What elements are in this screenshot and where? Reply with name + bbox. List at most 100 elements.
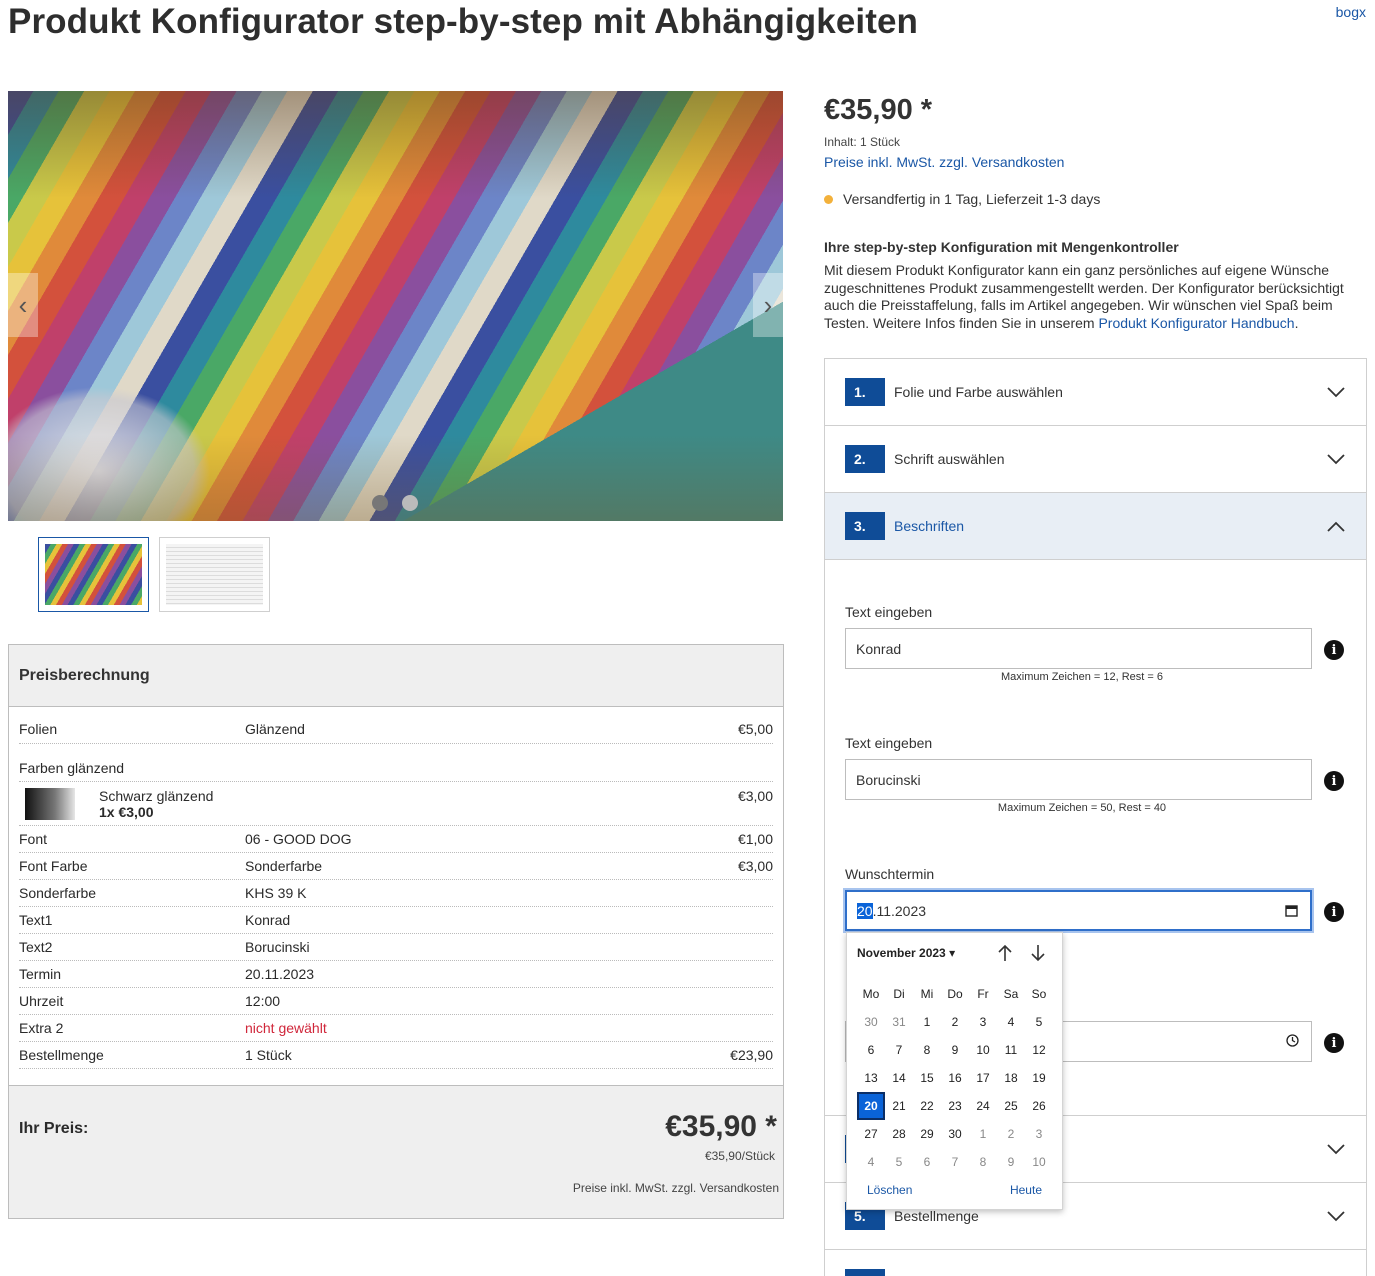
calc-row: Bestellmenge 1 Stück €23,90: [19, 1042, 773, 1069]
gallery-dots: [372, 495, 418, 511]
step-6-header[interactable]: [825, 1250, 1366, 1276]
calc-row: Termin 20.11.2023: [19, 961, 773, 988]
calendar-day[interactable]: 24: [969, 1092, 997, 1120]
calendar-day[interactable]: 1: [913, 1008, 941, 1036]
calc-price: €1,00: [737, 831, 773, 847]
calendar-day[interactable]: 13: [857, 1064, 885, 1092]
calendar-day[interactable]: 30: [941, 1120, 969, 1148]
calendar-day[interactable]: 4: [857, 1148, 885, 1176]
step-2-header[interactable]: 2. Schrift auswählen: [825, 426, 1366, 493]
unit-price: €35,90/Stück: [704, 1149, 775, 1163]
text2-value: Borucinski: [856, 771, 921, 788]
calendar-day[interactable]: 9: [941, 1036, 969, 1064]
calendar-day[interactable]: 4: [997, 1008, 1025, 1036]
page-title: Produkt Konfigurator step-by-step mit Ab…: [8, 2, 919, 41]
manufacturer-link[interactable]: bogx: [1336, 4, 1366, 20]
calendar-day[interactable]: 25: [997, 1092, 1025, 1120]
swatch-cell: Schwarz glänzend 1x €3,00: [19, 787, 683, 820]
product-gallery: ‹ ›: [8, 91, 783, 521]
calendar-day[interactable]: 2: [941, 1008, 969, 1036]
calendar-day[interactable]: 8: [913, 1036, 941, 1064]
calendar-day[interactable]: 22: [913, 1092, 941, 1120]
shipping-costs-link[interactable]: Preise inkl. MwSt. zzgl. Versandkosten: [824, 154, 1064, 170]
calendar-day[interactable]: 17: [969, 1064, 997, 1092]
calc-row: Schwarz glänzend 1x €3,00 €3,00: [19, 782, 773, 826]
month-label: November 2023: [857, 946, 946, 960]
calendar-day[interactable]: 6: [857, 1036, 885, 1064]
calendar-day[interactable]: 15: [913, 1064, 941, 1092]
step-number: 1.: [845, 378, 885, 406]
calendar-day[interactable]: 12: [1025, 1036, 1053, 1064]
calendar-day[interactable]: 18: [997, 1064, 1025, 1092]
clock-icon[interactable]: [1286, 1034, 1299, 1050]
calendar-day[interactable]: 3: [969, 1008, 997, 1036]
clear-button[interactable]: Löschen: [867, 1183, 912, 1197]
step-1-header[interactable]: 1. Folie und Farbe auswählen: [825, 359, 1366, 426]
calendar-day[interactable]: 31: [885, 1008, 913, 1036]
calendar-day[interactable]: 6: [913, 1148, 941, 1176]
arrow-down-icon[interactable]: [1030, 944, 1050, 964]
gallery-next-button[interactable]: ›: [753, 273, 783, 337]
calendar-day[interactable]: 28: [885, 1120, 913, 1148]
calendar-day[interactable]: 5: [1025, 1008, 1053, 1036]
text2-input[interactable]: Borucinski: [845, 759, 1312, 800]
info-icon[interactable]: i: [1324, 640, 1344, 660]
weekday-header: Do: [947, 987, 963, 1001]
gallery-dot[interactable]: [372, 495, 388, 511]
calc-row: Extra 2 nicht gewählt: [19, 1015, 773, 1042]
step-label: Folie und Farbe auswählen: [894, 384, 1063, 400]
handbook-link[interactable]: Produkt Konfigurator Handbuch: [1098, 315, 1294, 331]
info-icon[interactable]: i: [1324, 902, 1344, 922]
text1-label: Text eingeben: [845, 604, 933, 620]
swatch-text: Schwarz glänzend 1x €3,00: [99, 788, 213, 820]
calendar-day[interactable]: 3: [1025, 1120, 1053, 1148]
calendar-day[interactable]: 27: [857, 1120, 885, 1148]
month-select[interactable]: November 2023 ▾: [857, 946, 955, 960]
calendar-day[interactable]: 16: [941, 1064, 969, 1092]
calendar-day[interactable]: 30: [857, 1008, 885, 1036]
step-label: Bestellmenge: [894, 1208, 979, 1224]
gallery-dot[interactable]: [402, 495, 418, 511]
calc-row: Text2 Borucinski: [19, 934, 773, 961]
calendar-day[interactable]: 10: [1025, 1148, 1053, 1176]
calendar-day[interactable]: 23: [941, 1092, 969, 1120]
chevron-down-icon: [1326, 449, 1346, 469]
date-day-segment[interactable]: 20: [857, 902, 873, 919]
calc-label: Uhrzeit: [19, 993, 64, 1009]
calendar-day[interactable]: 29: [913, 1120, 941, 1148]
calc-value: 06 - GOOD DOG: [245, 831, 352, 847]
calendar-day[interactable]: 20: [857, 1092, 885, 1120]
date-input[interactable]: 20.11.2023: [845, 890, 1312, 931]
gallery-prev-button[interactable]: ‹: [8, 273, 38, 337]
calendar-day[interactable]: 21: [885, 1092, 913, 1120]
today-button[interactable]: Heute: [1010, 1183, 1042, 1197]
calendar-day[interactable]: 5: [885, 1148, 913, 1176]
calendar-day[interactable]: 11: [997, 1036, 1025, 1064]
text1-input[interactable]: Konrad: [845, 628, 1312, 669]
calc-price: €3,00: [737, 858, 773, 874]
calendar-day[interactable]: 19: [1025, 1064, 1053, 1092]
step-3-header[interactable]: 3. Beschriften: [825, 493, 1366, 560]
chevron-left-icon: ‹: [18, 289, 28, 320]
calc-label: Sonderfarbe: [19, 885, 97, 901]
thumbnail-image: [45, 544, 142, 605]
calendar-day[interactable]: 9: [997, 1148, 1025, 1176]
calendar-day[interactable]: 14: [885, 1064, 913, 1092]
date-picker: November 2023 ▾ Mo Di Mi Do Fr Sa So 30 31 1 2 3 4 5 6…: [846, 932, 1063, 1210]
thumbnail[interactable]: [159, 537, 270, 612]
calendar-day[interactable]: 7: [941, 1148, 969, 1176]
calendar-day[interactable]: 1: [969, 1120, 997, 1148]
calendar-icon[interactable]: [1285, 904, 1298, 920]
info-icon[interactable]: i: [1324, 1033, 1344, 1053]
calendar-day[interactable]: 2: [997, 1120, 1025, 1148]
calendar-day[interactable]: 8: [969, 1148, 997, 1176]
calendar-day[interactable]: 10: [969, 1036, 997, 1064]
calc-label: Text2: [19, 939, 53, 955]
arrow-up-icon[interactable]: [997, 944, 1017, 964]
info-icon[interactable]: i: [1324, 771, 1344, 791]
calendar-day[interactable]: 7: [885, 1036, 913, 1064]
calc-row: Farben glänzend: [19, 744, 773, 782]
calc-title: Preisberechnung: [9, 645, 783, 707]
thumbnail[interactable]: [38, 537, 149, 612]
calendar-day[interactable]: 26: [1025, 1092, 1053, 1120]
